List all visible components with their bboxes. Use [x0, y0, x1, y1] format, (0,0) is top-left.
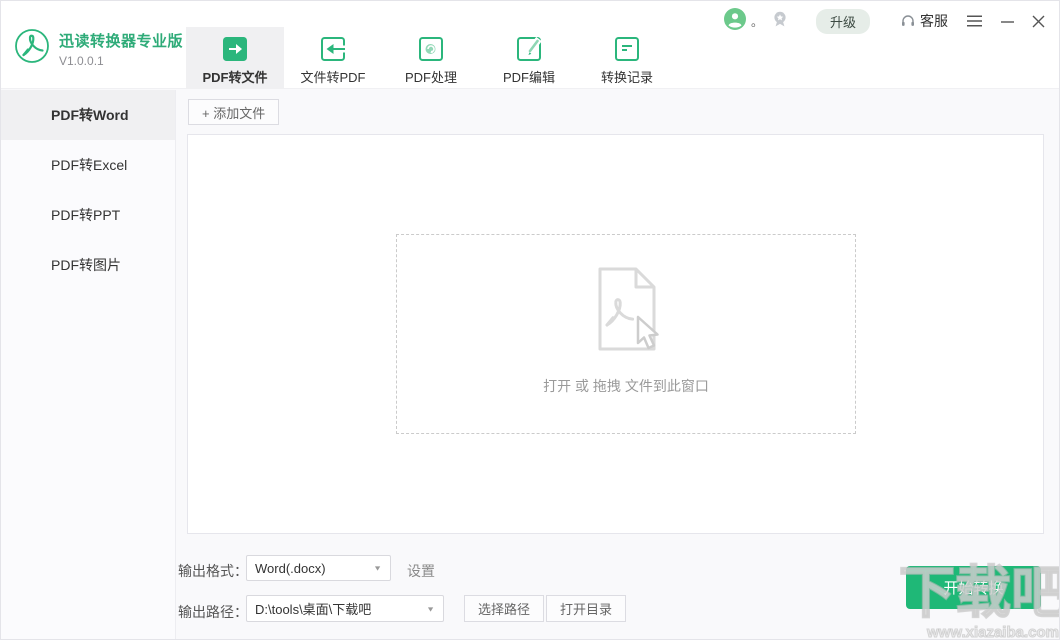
tab-label: 转换记录 [601, 67, 653, 86]
brand-text: 迅读转换器专业版 V1.0.0.1 [59, 30, 183, 68]
settings-button[interactable]: 设置 [407, 561, 435, 581]
chevron-down-icon: ▼ [426, 605, 435, 613]
minimize-icon [1001, 15, 1014, 28]
pdf-document-cursor-icon [580, 263, 672, 363]
tab-label: PDF编辑 [503, 67, 555, 86]
tab-conversion-records[interactable]: 转换记录 [578, 27, 676, 89]
watermark-url: www.xiazaiba.com [927, 624, 1059, 640]
output-format-label: 输出格式： [178, 561, 248, 581]
nav-tabs: PDF转文件 文件转PDF PDF处理 [186, 27, 676, 89]
tab-label: 文件转PDF [300, 67, 365, 86]
sidebar-item-pdf-to-image[interactable]: PDF转图片 [1, 240, 175, 290]
avatar-icon [724, 8, 746, 30]
username: 。 [751, 13, 763, 30]
support-button[interactable]: 客服 [900, 11, 948, 31]
output-path-select[interactable]: D:\tools\桌面\下载吧 ▼ [246, 595, 444, 622]
titlebar-controls: 。 升级 客服 [724, 9, 1045, 33]
tab-label: PDF转文件 [202, 67, 267, 86]
file-to-pdf-icon [320, 36, 346, 62]
header: 迅读转换器专业版 V1.0.0.1 PDF转文件 [1, 1, 1059, 89]
support-label: 客服 [920, 11, 948, 31]
pdf-to-file-icon [222, 36, 248, 62]
tab-pdf-process[interactable]: PDF处理 [382, 27, 480, 89]
app-logo-icon [14, 28, 50, 69]
app-version: V1.0.0.1 [59, 54, 183, 68]
tab-pdf-to-file[interactable]: PDF转文件 [186, 27, 284, 89]
conversion-records-icon [614, 36, 640, 62]
minimize-button[interactable] [1001, 15, 1014, 28]
brand: 迅读转换器专业版 V1.0.0.1 [14, 28, 183, 69]
output-path-value: D:\tools\桌面\下载吧 [255, 599, 371, 618]
file-list-area: 打开 或 拖拽 文件到此窗口 [187, 134, 1044, 534]
start-convert-button[interactable]: 开始转换 [906, 566, 1041, 609]
tab-file-to-pdf[interactable]: 文件转PDF [284, 27, 382, 89]
pdf-process-icon [418, 36, 444, 62]
output-format-value: Word(.docx) [255, 561, 326, 576]
pdf-edit-icon [516, 36, 542, 62]
drop-zone-hint: 打开 或 拖拽 文件到此窗口 [397, 376, 855, 396]
menu-button[interactable] [966, 14, 983, 28]
output-format-select[interactable]: Word(.docx) ▼ [246, 555, 391, 581]
sidebar: PDF转Word PDF转Excel PDF转PPT PDF转图片 [1, 90, 176, 639]
open-directory-button[interactable]: 打开目录 [546, 595, 626, 622]
upgrade-button[interactable]: 升级 [816, 9, 870, 34]
close-button[interactable] [1032, 15, 1045, 28]
app-title: 迅读转换器专业版 [59, 30, 183, 51]
app-window: 迅读转换器专业版 V1.0.0.1 PDF转文件 [0, 0, 1060, 640]
chevron-down-icon: ▼ [373, 564, 382, 572]
sidebar-item-pdf-to-word[interactable]: PDF转Word [1, 90, 175, 140]
add-file-button[interactable]: + 添加文件 [188, 99, 279, 125]
output-path-label: 输出路径： [178, 602, 248, 622]
tab-pdf-edit[interactable]: PDF编辑 [480, 27, 578, 89]
tab-label: PDF处理 [405, 67, 457, 86]
vip-badge-icon[interactable] [771, 10, 789, 33]
choose-path-button[interactable]: 选择路径 [464, 595, 544, 622]
sidebar-item-pdf-to-excel[interactable]: PDF转Excel [1, 140, 175, 190]
sidebar-item-pdf-to-ppt[interactable]: PDF转PPT [1, 190, 175, 240]
menu-icon [966, 14, 983, 28]
avatar[interactable] [724, 8, 746, 35]
close-icon [1032, 15, 1045, 28]
drop-zone[interactable]: 打开 或 拖拽 文件到此窗口 [396, 234, 856, 434]
headset-icon [900, 13, 916, 29]
